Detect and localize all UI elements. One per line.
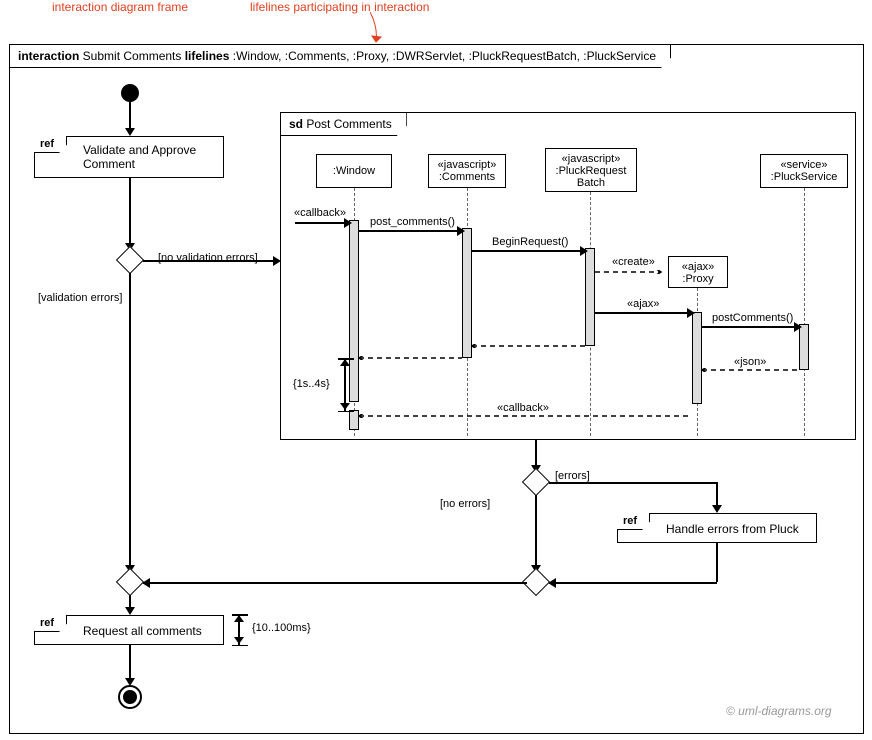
msg-post-comments: post_comments() xyxy=(368,216,457,228)
guard-validation: [validation errors] xyxy=(38,292,122,304)
msg-ajax: «ajax» xyxy=(625,298,661,310)
lifeline-comments: «javascript» :Comments xyxy=(428,154,506,188)
comments-name: :Comments xyxy=(439,171,495,183)
sd-frame-label: sd Post Comments xyxy=(281,113,407,136)
ref-validate: ref Validate and Approve Comment xyxy=(34,136,224,178)
duration-mark-1 xyxy=(338,358,354,412)
proxy-name: :Proxy xyxy=(682,273,713,285)
service-name: :PluckService xyxy=(771,171,838,183)
service-stereo: «service» xyxy=(780,159,827,171)
sd-kw: sd xyxy=(289,117,303,131)
ref-tag: ref xyxy=(617,513,650,530)
duration-mark-2 xyxy=(232,614,248,646)
ref-handle-errors: ref Handle errors from Pluck xyxy=(617,513,817,543)
frame-title: Submit Comments xyxy=(79,49,184,63)
sd-title: Post Comments xyxy=(306,117,391,131)
ref-request-all: ref Request all comments xyxy=(34,615,224,645)
initial-node xyxy=(121,84,139,102)
ref-handle-errors-label: Handle errors from Pluck xyxy=(666,520,806,536)
activation-window-2 xyxy=(349,410,359,430)
msg-post-comments2: postComments() xyxy=(710,312,795,324)
final-node xyxy=(118,685,142,709)
guard-no-validation: [no validation errors] xyxy=(158,252,258,264)
proxy-stereo: «ajax» xyxy=(682,261,714,273)
activation-prb xyxy=(585,248,595,346)
msg-json: «json» xyxy=(732,356,768,368)
activation-comments xyxy=(462,228,472,358)
guard-no-errors: [no errors] xyxy=(440,498,490,510)
msg-create: «create» xyxy=(610,256,657,268)
ref-tag: ref xyxy=(34,615,67,632)
lifeline-proxy: «ajax» :Proxy xyxy=(668,256,728,288)
kw-interaction: interaction xyxy=(18,49,79,63)
lifeline-window: :Window xyxy=(316,154,392,188)
prb-stereo: «javascript» xyxy=(562,153,621,165)
lifeline-prb: «javascript» :PluckRequest Batch xyxy=(545,148,637,192)
lifeline-service: «service» :PluckService xyxy=(760,154,848,188)
ref-tag: ref xyxy=(34,136,67,153)
prb-name: :PluckRequest Batch xyxy=(556,165,627,189)
msg-callback1: «callback» xyxy=(292,207,348,219)
msg-callback2: «callback» xyxy=(495,402,551,414)
annotation-lifelines: lifelines participating in interaction xyxy=(250,0,429,14)
frame-participants: :Window, :Comments, :Proxy, :DWRServlet,… xyxy=(229,49,656,63)
duration-2: {10..100ms} xyxy=(252,622,311,634)
ref-request-all-label: Request all comments xyxy=(83,622,213,638)
activation-proxy xyxy=(692,312,702,404)
msg-begin-request: BeginRequest() xyxy=(490,236,570,248)
duration-1: {1s..4s} xyxy=(293,378,330,390)
copyright: © uml-diagrams.org xyxy=(726,704,832,718)
comments-stereo: «javascript» xyxy=(438,159,497,171)
frame-label: interaction Submit Comments lifelines :W… xyxy=(10,45,671,68)
kw-lifelines: lifelines xyxy=(185,49,230,63)
guard-errors: [errors] xyxy=(555,470,590,482)
ref-validate-label: Validate and Approve Comment xyxy=(83,143,213,171)
